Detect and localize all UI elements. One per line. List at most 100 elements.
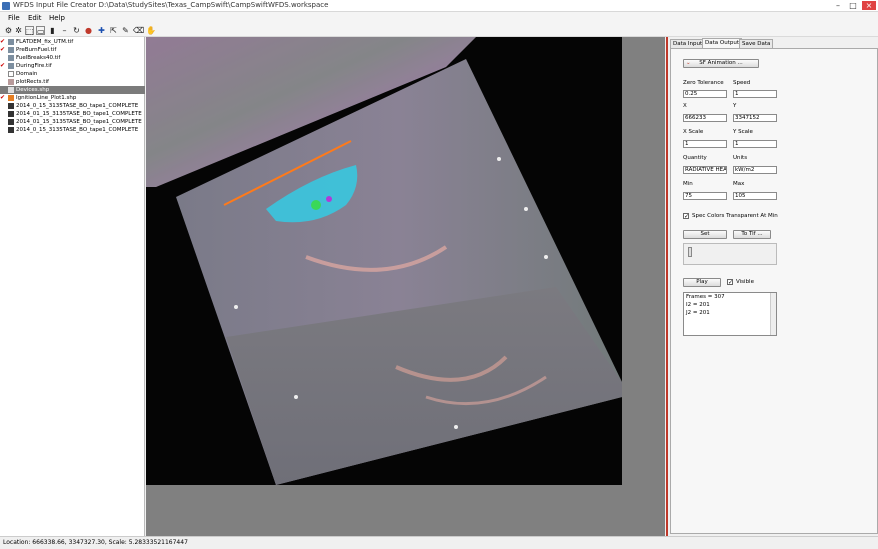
frame-slider[interactable] [683,243,777,265]
layer-item[interactable]: 2014_01_15_3135TASE_BO_tape1_COMPLETE [0,110,145,118]
layer-item[interactable]: 2014_01_15_3135TASE_BO_tape1_COMPLETE [0,118,145,126]
menu-edit[interactable]: Edit [28,14,42,22]
scrollbar[interactable] [770,293,776,335]
x-input[interactable]: 666233 [683,114,727,122]
units-label: Units [733,155,748,161]
layer-item[interactable]: ✔ FLATDEM_fix_UTM.tif [0,38,145,46]
shape-icon [8,70,14,77]
check-icon[interactable]: ✔ [0,62,6,69]
layer-item[interactable]: 2014_0_15_3135TASE_BO_tape1_COMPLETE [0,126,145,134]
min-input[interactable]: 75 [683,192,727,200]
hotspot-marker [326,196,332,202]
layer-item[interactable]: ✔ PreBurnFuel.tif [0,46,145,54]
settings-icon[interactable]: ⚙ [4,26,13,35]
y-input[interactable]: 3347152 [733,114,777,122]
check-icon[interactable]: ✔ [0,46,6,53]
menu-file[interactable]: File [8,14,20,22]
checkbox-icon[interactable] [0,119,6,125]
checkbox-icon[interactable] [0,55,6,61]
checkbox-icon[interactable] [0,111,6,117]
zero-tolerance-input[interactable]: 0.25 [683,90,727,98]
info-line: I2 = 201 [686,302,710,308]
check-icon[interactable]: ✔ [0,94,6,101]
to-tif-button[interactable]: To Tif ... [733,230,771,239]
speed-label: Speed [733,80,751,86]
x-scale-input[interactable]: 1 [683,140,727,148]
layer-item[interactable]: ✔ IgnitionLine_Plot1.shp [0,94,145,102]
map-canvas[interactable] [146,37,665,536]
layer-item[interactable]: Domain [0,70,145,78]
checkbox-icon[interactable] [0,127,6,133]
check-icon[interactable]: ✔ [0,38,6,45]
device-point[interactable] [294,395,298,399]
select-icon[interactable]: ⬚ [25,26,34,36]
gear-icon[interactable]: ✲ [14,26,23,35]
layer-item[interactable]: plotRects.tif [0,78,145,86]
app-window: WFDS Input File Creator D:\Data\StudySit… [0,0,878,549]
min-label: Min [683,181,693,187]
raster-icon [8,46,14,53]
eraser-icon[interactable]: ⌫ [133,26,144,35]
device-point[interactable] [544,255,548,259]
hotspot-marker [311,200,321,210]
close-button[interactable]: × [862,1,876,10]
minus-icon[interactable]: – [60,26,69,35]
slider-thumb[interactable] [688,247,692,257]
layer-item[interactable]: FuelBreaks40.tif [0,54,145,62]
x-scale-label: X Scale [683,129,704,135]
checkbox-icon[interactable] [0,79,6,85]
speed-input[interactable]: 1 [733,90,777,98]
max-input[interactable]: 105 [733,192,777,200]
minimize-button[interactable]: – [831,1,845,10]
device-point[interactable] [234,305,238,309]
x-label: X [683,103,687,109]
info-textbox[interactable]: Frames = 307 I2 = 201 J2 = 201 [683,292,777,336]
quantity-input[interactable]: RADIATIVE HEA [683,166,727,174]
raster-icon [8,62,14,69]
visible-checkbox[interactable]: ✓ [727,279,733,286]
checkbox-icon[interactable] [0,103,6,109]
raster-icon [8,118,14,125]
tab-data-output[interactable]: Data Output [702,38,742,48]
title-bar: WFDS Input File Creator D:\Data\StudySit… [0,0,878,12]
dropdown-icon: ⌄ [686,60,691,66]
add-icon[interactable]: ✚ [97,26,106,35]
layer-item[interactable]: Devices.shp [0,86,145,94]
map-view[interactable] [146,37,665,536]
raster-icon [8,38,14,45]
raster-icon [8,78,14,85]
menu-help[interactable]: Help [49,14,65,22]
layer-item[interactable]: 2014_0_15_3135TASE_BO_tape1_COMPLETE [0,102,145,110]
checkbox-icon[interactable] [0,87,6,93]
units-input[interactable]: kW/m2 [733,166,777,174]
play-button[interactable]: Play [683,278,721,287]
status-text: Location: 666338.66, 3347327.30, Scale: … [3,539,188,546]
checkbox-icon[interactable] [0,71,6,77]
window-title: WFDS Input File Creator D:\Data\StudySit… [13,1,329,9]
y-scale-input[interactable]: 1 [733,140,777,148]
sf-animation-button[interactable]: ⌄ SF Animation ... [683,59,759,68]
pencil-icon[interactable]: ✎ [121,26,130,35]
status-bar: Location: 666338.66, 3347327.30, Scale: … [0,536,878,549]
move-icon[interactable]: ⇱ [109,26,118,35]
tab-data-input[interactable]: Data Input [670,39,706,48]
toolbar: ⚙ ✲ ⬚ ▭ ▮ – ↻ ● ✚ ⇱ ✎ ⌫ ✋ [0,24,878,37]
raster-icon [8,54,14,61]
record-icon[interactable]: ● [84,26,93,35]
set-button[interactable]: Set [683,230,727,239]
layer-item[interactable]: ✔ DuringFire.tif [0,62,145,70]
device-point[interactable] [524,207,528,211]
device-point[interactable] [497,157,501,161]
rotate-icon[interactable]: ↻ [72,26,81,35]
layer-icon[interactable]: ▭ [36,26,45,36]
pan-icon[interactable]: ✋ [146,26,156,35]
raster-icon [8,102,14,109]
device-point[interactable] [454,425,458,429]
transparent-checkbox[interactable]: ✓ [683,213,689,220]
y-label: Y [733,103,737,109]
tab-save-data[interactable]: Save Data [739,39,774,48]
raster-icon [8,126,14,133]
maximize-button[interactable]: □ [846,1,860,10]
transparent-label: Spec Colors Transparent At Min [692,213,778,219]
bar-icon[interactable]: ▮ [48,26,57,35]
